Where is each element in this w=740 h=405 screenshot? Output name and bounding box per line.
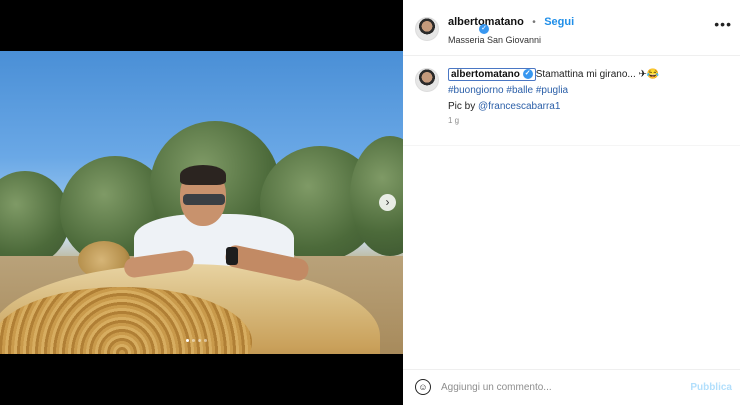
caption-author-avatar[interactable]: [415, 68, 439, 92]
author-row: albertomatano • Segui: [448, 12, 574, 30]
carousel-dot: [198, 339, 201, 342]
carousel-dot: [204, 339, 207, 342]
olive-tree: [0, 171, 70, 266]
caption-username-text: albertomatano: [451, 69, 520, 80]
comment-input[interactable]: [441, 379, 671, 395]
caption-hashtags[interactable]: #buongiorno #balle #puglia: [448, 85, 568, 96]
wristwatch: [226, 247, 238, 265]
comments-divider: [403, 145, 740, 146]
verified-badge-icon: ✓: [522, 69, 533, 80]
caption-credit-prefix: Pic by: [448, 101, 479, 112]
post-photo[interactable]: [0, 51, 403, 354]
sunglasses: [183, 194, 225, 205]
carousel-next-button[interactable]: ›: [379, 194, 396, 211]
comment-bar: ☺ Pubblica: [403, 370, 740, 405]
post-sidebar: albertomatano • Segui ✓ Masseria San Gio…: [403, 0, 740, 405]
emoji-icon[interactable]: ☺: [415, 379, 431, 395]
caption-text: Stamattina mi girano... ✈😂: [535, 69, 660, 80]
separator-dot: •: [532, 17, 536, 28]
follow-button[interactable]: Segui: [544, 16, 574, 28]
author-avatar[interactable]: [415, 17, 439, 41]
header-divider: [403, 55, 740, 56]
carousel-dot: [192, 339, 195, 342]
carousel-dot: [186, 339, 189, 342]
more-options-icon[interactable]: •••: [714, 16, 732, 32]
carousel-indicator: [186, 339, 207, 342]
post-caption: albertomatano ✓ Stamattina mi girano... ✈…: [448, 67, 718, 115]
publish-button[interactable]: Pubblica: [690, 382, 732, 393]
post-media: ›: [0, 0, 403, 405]
verified-badge-icon: ✓: [479, 24, 489, 34]
caption-credit-handle[interactable]: @francescabarra1: [478, 101, 560, 112]
post-header: albertomatano • Segui ✓ Masseria San Gio…: [403, 0, 740, 55]
person-hair: [180, 165, 226, 185]
post-timestamp[interactable]: 1 g: [448, 116, 459, 125]
caption-author-username[interactable]: albertomatano ✓: [448, 68, 536, 81]
post-location[interactable]: Masseria San Giovanni: [448, 35, 541, 45]
